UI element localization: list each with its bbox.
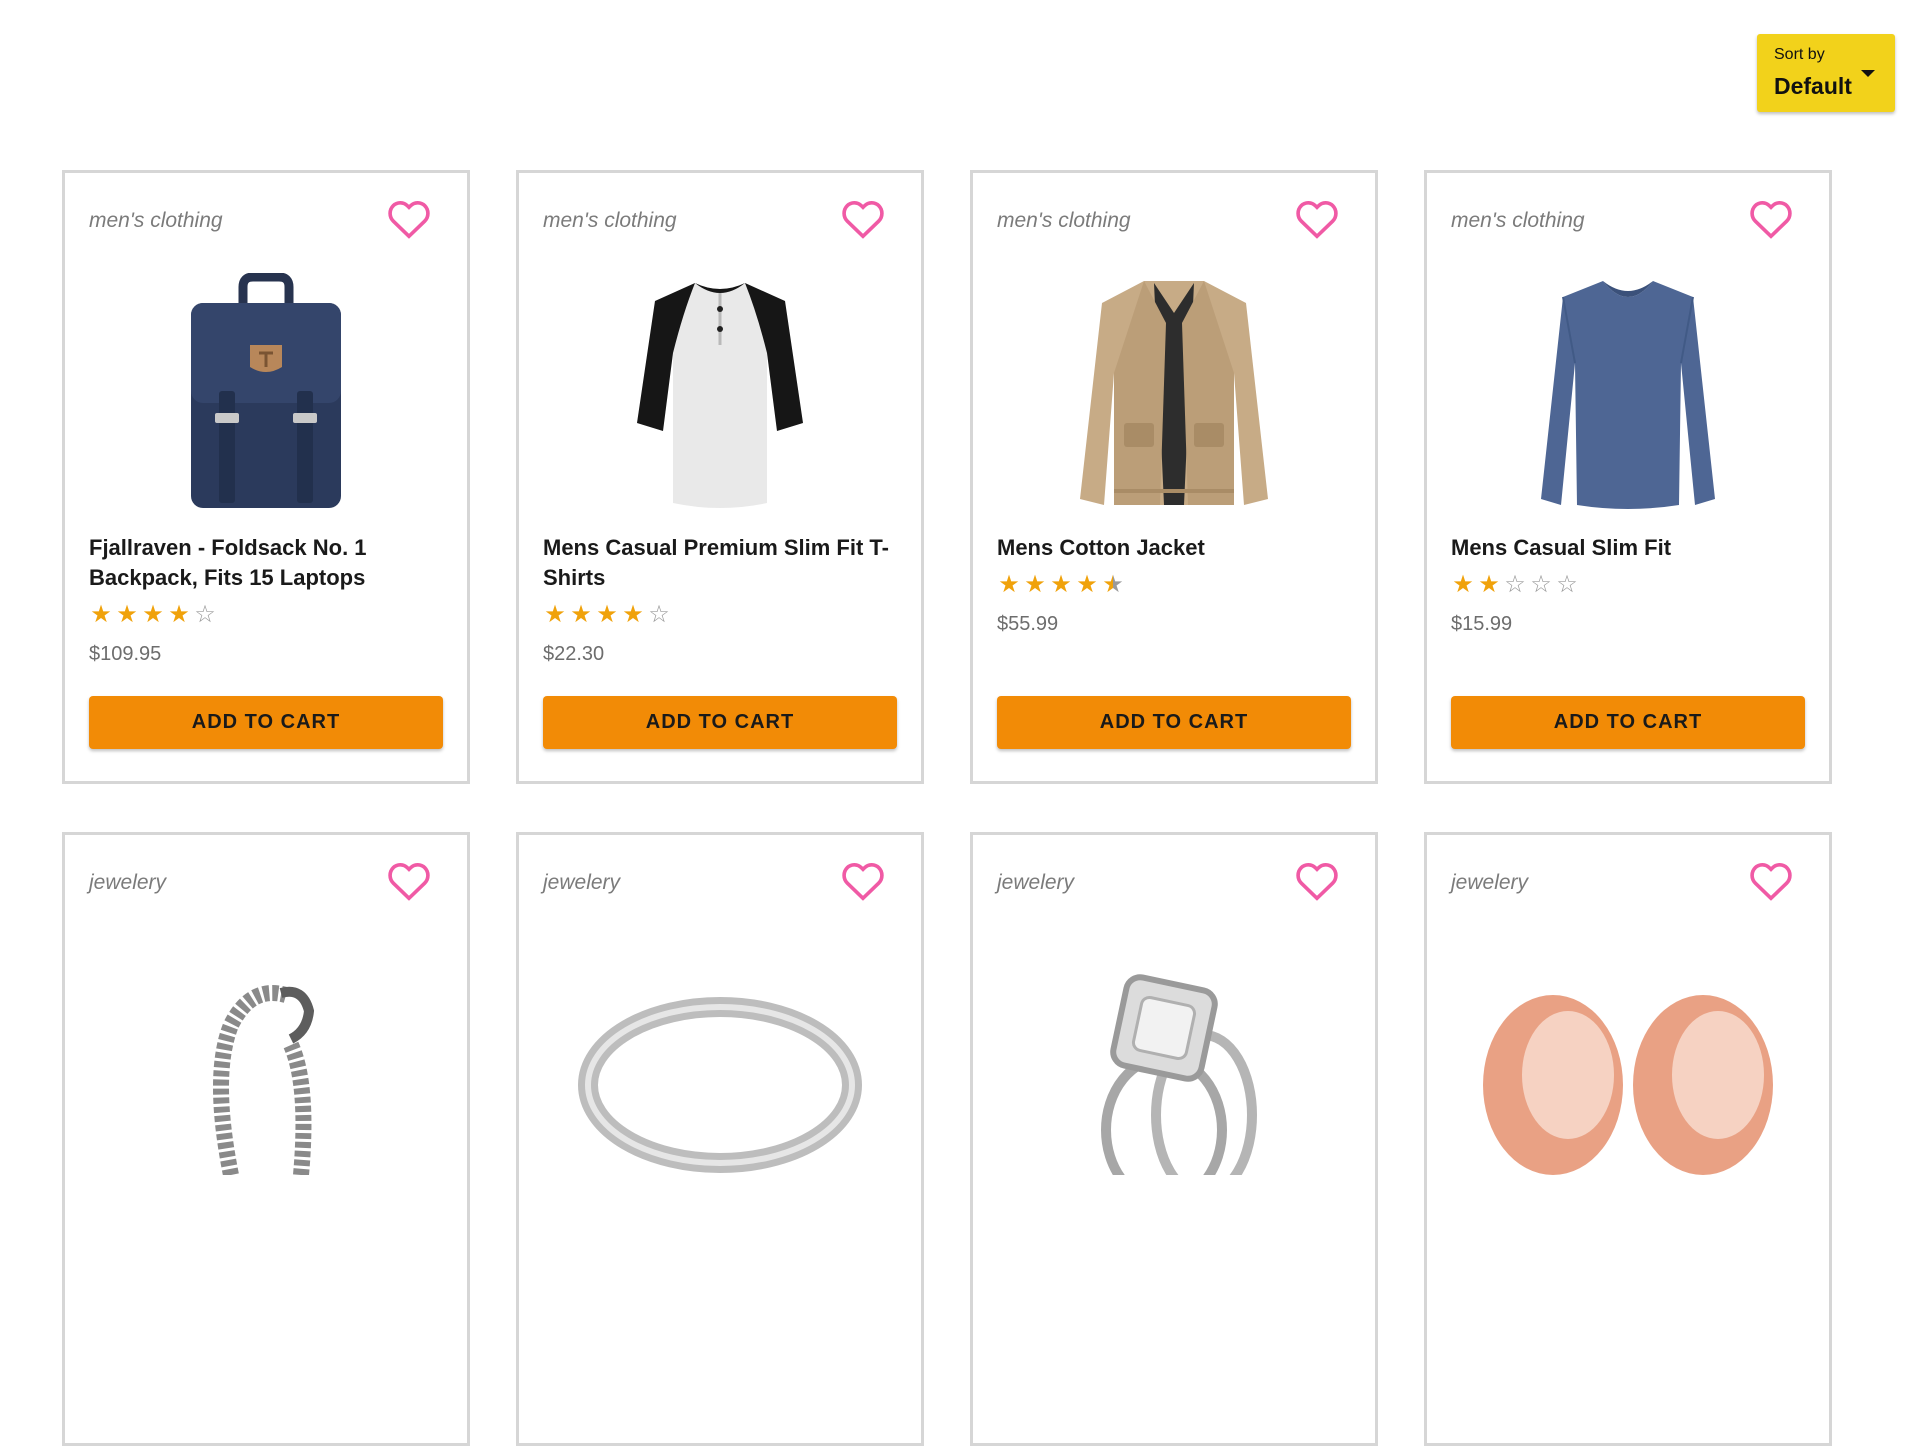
heart-icon[interactable]: [1749, 199, 1793, 239]
star-filled-icon: ★: [1050, 571, 1072, 598]
heart-icon[interactable]: [1749, 861, 1793, 901]
product-image[interactable]: [543, 935, 897, 1175]
product-category: jewelery: [89, 871, 167, 894]
sort-label: Sort by: [1774, 46, 1825, 63]
star-filled-icon: ★: [142, 601, 164, 628]
product-image[interactable]: [997, 273, 1351, 513]
product-card: jewelery: [970, 832, 1378, 1446]
caret-down-icon: [1861, 70, 1875, 77]
star-filled-icon: ★: [1024, 571, 1046, 598]
product-title[interactable]: Fjallraven - Foldsack No. 1 Backpack, Fi…: [89, 533, 443, 593]
star-half-icon: ★: [1102, 571, 1124, 598]
star-empty-icon: ☆: [1504, 571, 1526, 598]
product-category: men's clothing: [1451, 209, 1585, 232]
product-image[interactable]: [543, 273, 897, 513]
star-filled-icon: ★: [1478, 571, 1500, 598]
product-rating: ★ ★ ☆ ☆ ☆: [1451, 573, 1579, 597]
add-to-cart-button[interactable]: ADD TO CART: [1451, 696, 1805, 749]
product-price: $15.99: [1451, 613, 1513, 635]
product-title[interactable]: Mens Casual Slim Fit: [1451, 533, 1805, 563]
star-filled-icon: ★: [168, 601, 190, 628]
heart-icon[interactable]: [1295, 199, 1339, 239]
product-rating: ★ ★ ★ ★ ☆: [543, 603, 671, 627]
product-grid: men's clothing Fjallraven - Foldsack No.…: [62, 170, 1834, 1446]
product-category: jewelery: [543, 871, 621, 894]
product-category: jewelery: [997, 871, 1075, 894]
star-filled-icon: ★: [622, 601, 644, 628]
star-filled-icon: ★: [116, 601, 138, 628]
heart-icon[interactable]: [841, 861, 885, 901]
product-card: jewelery: [1424, 832, 1832, 1446]
heart-icon[interactable]: [387, 199, 431, 239]
add-to-cart-button[interactable]: ADD TO CART: [89, 696, 443, 749]
product-image[interactable]: [89, 935, 443, 1175]
product-rating: ★ ★ ★ ★ ★: [997, 573, 1125, 597]
star-filled-icon: ★: [998, 571, 1020, 598]
product-image[interactable]: [1451, 273, 1805, 513]
product-image[interactable]: [89, 273, 443, 513]
product-card: men's clothing Mens Casual Premium Slim …: [516, 170, 924, 784]
heart-icon[interactable]: [841, 199, 885, 239]
product-card: men's clothing Mens Cotton Jacket ★ ★ ★ ★ ★ $5…: [970, 170, 1378, 784]
product-card: jewelery: [62, 832, 470, 1446]
add-to-cart-button[interactable]: ADD TO CART: [543, 696, 897, 749]
product-title[interactable]: Mens Casual Premium Slim Fit T-Shirts: [543, 533, 897, 593]
sort-dropdown[interactable]: Sort by Default: [1757, 34, 1895, 112]
star-empty-icon: ☆: [1556, 571, 1578, 598]
product-category: men's clothing: [997, 209, 1131, 232]
heart-icon[interactable]: [1295, 861, 1339, 901]
product-card: men's clothing Fjallraven - Foldsack No.…: [62, 170, 470, 784]
heart-icon[interactable]: [387, 861, 431, 901]
star-filled-icon: ★: [544, 601, 566, 628]
star-filled-icon: ★: [570, 601, 592, 628]
star-filled-icon: ★: [596, 601, 618, 628]
star-empty-icon: ☆: [648, 601, 670, 628]
product-category: men's clothing: [543, 209, 677, 232]
product-image[interactable]: [997, 935, 1351, 1175]
product-card: jewelery: [516, 832, 924, 1446]
product-category: jewelery: [1451, 871, 1529, 894]
star-filled-icon: ★: [1452, 571, 1474, 598]
product-card: men's clothing Mens Casual Slim Fit ★ ★ ☆ ☆ ☆…: [1424, 170, 1832, 784]
product-title[interactable]: Mens Cotton Jacket: [997, 533, 1351, 563]
add-to-cart-button[interactable]: ADD TO CART: [997, 696, 1351, 749]
product-image[interactable]: [1451, 935, 1805, 1175]
star-filled-icon: ★: [90, 601, 112, 628]
star-filled-icon: ★: [1076, 571, 1098, 598]
star-empty-icon: ☆: [1530, 571, 1552, 598]
product-category: men's clothing: [89, 209, 223, 232]
product-rating: ★ ★ ★ ★ ☆: [89, 603, 217, 627]
product-price: $22.30: [543, 643, 605, 665]
star-empty-icon: ☆: [194, 601, 216, 628]
product-price: $55.99: [997, 613, 1059, 635]
product-price: $109.95: [89, 643, 162, 665]
